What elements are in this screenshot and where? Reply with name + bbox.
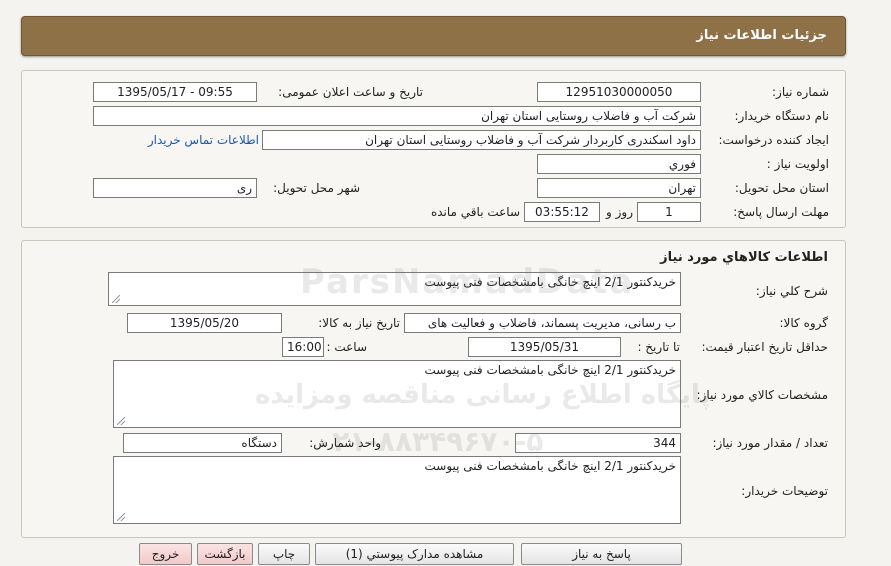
city-label: شهر محل تحویل: bbox=[273, 181, 360, 195]
general-desc-label: شرح کلي نياز: bbox=[755, 284, 828, 298]
priority-field[interactable]: فوري bbox=[537, 154, 701, 174]
quantity-field[interactable]: 344 bbox=[515, 433, 681, 453]
days-word: روز و bbox=[606, 205, 633, 219]
province-field[interactable]: تهران bbox=[537, 178, 701, 198]
quantity-value: 344 bbox=[653, 436, 676, 450]
specs-text: خریدکنتور 2/1 اینچ خانگی بامشخصات فنی پی… bbox=[424, 363, 676, 377]
page-header: جزئیات اطلاعات نیاز bbox=[21, 16, 846, 56]
resize-handle-icon[interactable] bbox=[117, 513, 125, 521]
print-button[interactable]: چاپ bbox=[258, 543, 310, 565]
specs-textarea[interactable]: خریدکنتور 2/1 اینچ خانگی بامشخصات فنی پی… bbox=[113, 360, 681, 428]
goods-section-title: اطلاعات کالاهاي مورد نياز bbox=[660, 250, 828, 265]
remaining-word: ساعت باقي مانده bbox=[430, 205, 520, 219]
need-date-field[interactable]: 1395/05/20 bbox=[127, 313, 282, 333]
buyer-notes-text: خریدکنتور 2/1 اینچ خانگی بامشخصات فنی پی… bbox=[424, 459, 676, 473]
specs-label: مشخصات کالاي مورد نياز: bbox=[696, 388, 828, 402]
view-attachments-button[interactable]: مشاهده مدارک پيوستي (1) bbox=[315, 543, 514, 565]
general-desc-textarea[interactable]: خریدکنتور 2/1 اینچ خانگی بامشخصات فنی پی… bbox=[108, 272, 681, 306]
province-label: استان محل تحویل: bbox=[734, 181, 829, 195]
unit-field[interactable]: دستگاه bbox=[123, 433, 282, 453]
until-date-field[interactable]: 1395/05/31 bbox=[468, 337, 621, 357]
resize-handle-icon[interactable] bbox=[112, 295, 120, 303]
unit-label: واحد شمارش: bbox=[309, 436, 381, 450]
goods-group-label: گروه کالا: bbox=[779, 316, 829, 330]
goods-group-field[interactable]: ب رسانی، مدیریت پسماند، فاضلاب و فعالیت … bbox=[404, 313, 681, 333]
need-date-label: تاريخ نياز به کالا: bbox=[318, 316, 400, 330]
general-desc-text: خریدکنتور 2/1 اینچ خانگی بامشخصات فنی پی… bbox=[424, 275, 676, 289]
priority-label: اولویت نیاز : bbox=[766, 157, 829, 171]
buyer-notes-textarea[interactable]: خریدکنتور 2/1 اینچ خانگی بامشخصات فنی پی… bbox=[113, 456, 681, 524]
exit-button[interactable]: خروج bbox=[139, 543, 192, 565]
need-number-field[interactable]: 12951030000050 bbox=[537, 82, 701, 102]
resize-handle-icon[interactable] bbox=[117, 417, 125, 425]
time-label: ساعت : bbox=[326, 340, 367, 354]
deadline-days-field[interactable]: 1 bbox=[637, 202, 701, 222]
deadline-time-field[interactable]: 03:55:12 bbox=[524, 202, 600, 222]
announce-datetime-label: تاریخ و ساعت اعلان عمومی: bbox=[278, 85, 423, 99]
buyer-notes-label: توضيحات خريدار: bbox=[741, 484, 828, 498]
deadline-label: مهلت ارسال پاسخ: bbox=[733, 205, 829, 219]
creator-field[interactable]: داود اسکندری کاربردار شرکت آب و فاضلاب ر… bbox=[262, 130, 701, 150]
quantity-label: تعداد / مقدار مورد نياز: bbox=[712, 436, 828, 450]
page-title: جزئیات اطلاعات نیاز bbox=[696, 28, 827, 43]
buyer-org-field[interactable]: شرکت آب و فاضلاب روستایی استان تهران bbox=[93, 106, 701, 126]
back-button[interactable]: بازگشت bbox=[197, 543, 253, 565]
need-number-label: شماره نیاز: bbox=[772, 85, 829, 99]
announce-datetime-field[interactable]: 1395/05/17 - 09:55 bbox=[93, 82, 257, 102]
city-field[interactable]: ری bbox=[93, 178, 257, 198]
reply-to-need-button[interactable]: پاسخ به نياز bbox=[521, 543, 682, 565]
until-date-label: تا تاريخ : bbox=[637, 340, 680, 354]
time-field[interactable]: 16:00 bbox=[282, 337, 324, 357]
buyer-contact-link[interactable]: اطلاعات تماس خریدار bbox=[148, 133, 259, 147]
buyer-org-label: نام دستگاه خریدار: bbox=[734, 109, 830, 123]
creator-label: ایجاد کننده درخواست: bbox=[718, 133, 829, 147]
price-validity-label: حداقل تاريخ اعتبار قيمت: bbox=[701, 340, 828, 354]
